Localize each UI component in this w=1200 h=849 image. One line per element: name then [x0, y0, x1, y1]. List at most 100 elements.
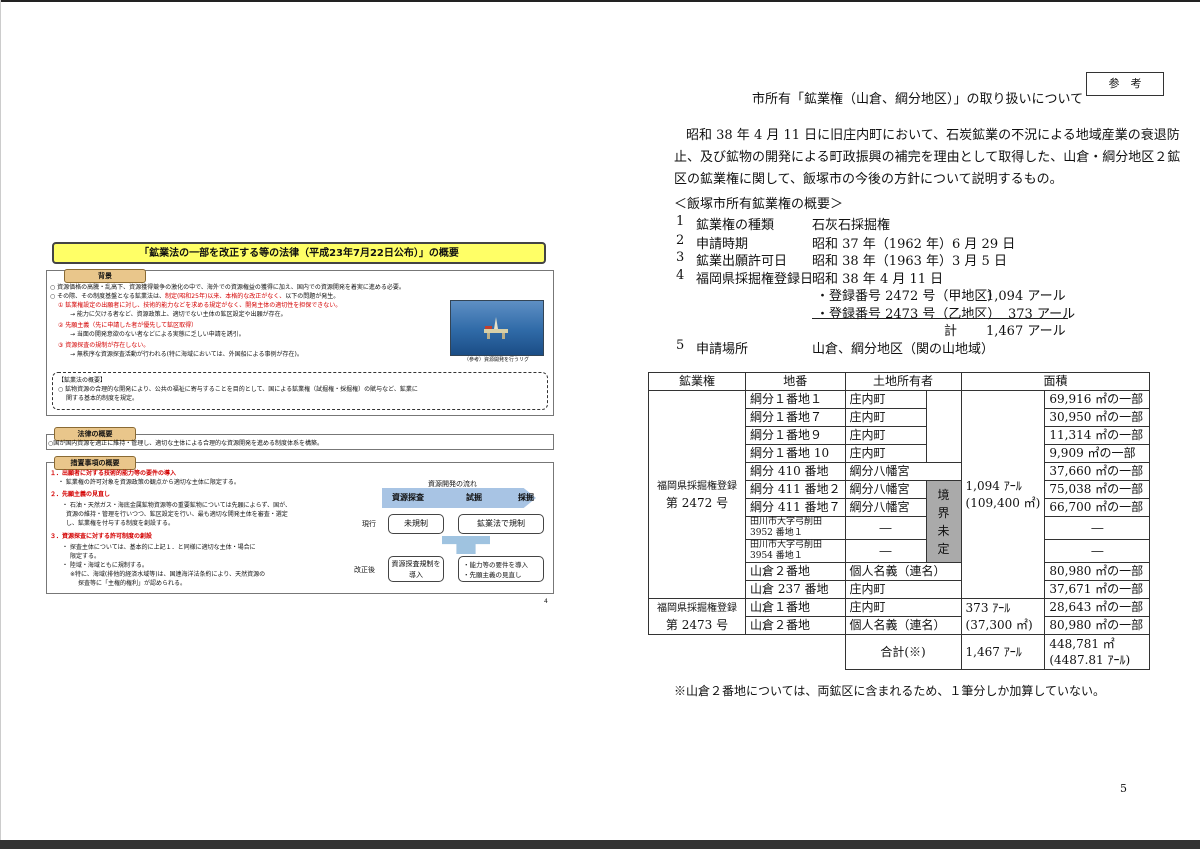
- lot-cell: 山倉２番地: [745, 562, 846, 581]
- current-unregulated-box: 未規制: [388, 514, 444, 534]
- area-cell: ―: [1044, 516, 1151, 540]
- bg-problem-1: ① 鉱業権設定の出願者に対し、技術的能力などを求める規定がなく、開発主体の適切性…: [58, 302, 342, 309]
- header-owner: 土地所有者: [844, 372, 962, 391]
- owner-cell: 庄内町: [844, 408, 927, 427]
- area-cell: 11,314 ㎡の一部: [1044, 426, 1151, 445]
- reference-label: 参 考: [1086, 72, 1164, 96]
- area-cell: 66,700 ㎡の一部: [1044, 498, 1151, 517]
- total-area: 1,467 ｱｰﾙ: [960, 634, 1046, 670]
- owner-cell: ―: [844, 539, 927, 563]
- overview-num-5: 5: [676, 338, 685, 353]
- lot-cell: 綱分 411 番地７: [745, 498, 846, 517]
- overview-num-4: 4: [676, 268, 685, 283]
- owner-cell: 庄内町: [844, 390, 927, 409]
- area-cell: 30,950 ㎡の一部: [1044, 408, 1151, 427]
- flow-stage-mining: 採掘: [518, 493, 534, 502]
- owner-cell: 庄内町: [844, 444, 927, 463]
- lot-cell: 綱分 411 番地２: [745, 480, 846, 499]
- overview-value-1: 石灰石採掘権: [812, 218, 891, 233]
- measure-2: ２．先願主義の見直し: [50, 491, 111, 498]
- overview-num-2: 2: [676, 233, 685, 248]
- area-cell: 28,643 ㎡の一部: [1044, 598, 1151, 617]
- photo-caption: （参考）資源開発を行うリグ: [464, 357, 530, 363]
- bg-problem-1-sub: → 能力に欠ける者など、資源政策上、適切でない主体の鉱区設定や出願が存在。: [70, 311, 287, 318]
- header-area: 面積: [960, 372, 1151, 391]
- lot-cell: 綱分１番地９: [745, 426, 846, 445]
- measure-2-sub-2: 資源の維持・管理を行いつつ、鉱区設定を行い、最も適切な開発主体を審査・選定: [66, 511, 288, 518]
- table-total-row: 合計(※) 1,467 ｱｰﾙ 448,781 ㎡ (4487.81 ｱｰﾙ): [649, 634, 1151, 670]
- table-row: 福岡県採掘権登録 第 2472 号 綱分１番地１ 庄内町 1,094 ｱｰﾙ (…: [648, 390, 1151, 599]
- lot-cell: 綱分１番地１: [745, 390, 846, 409]
- header-lot-number: 地番: [745, 372, 846, 391]
- area-cell: 80,980 ㎡の一部: [1044, 562, 1151, 581]
- overview-label-3: 鉱業出願許可日: [696, 254, 788, 269]
- law-heading: 【鉱業法の概要】: [58, 377, 107, 384]
- overview-heading: ＜飯塚市所有鉱業権の概要＞: [674, 197, 844, 212]
- total-area-m2: 448,781 ㎡ (4487.81 ｱｰﾙ): [1044, 634, 1151, 670]
- current-regulated-box: 鉱業法で規制: [458, 514, 544, 534]
- overview-label-5: 申請場所: [696, 342, 749, 357]
- intro-line-3: 区の鉱業権に関して、飯塚市の今後の方針について説明するもの。: [674, 172, 1063, 187]
- bg-line-2: ○ その際、その制度基盤となる鉱業法は、制定(昭和25年)以来、本格的な改正がな…: [50, 293, 340, 300]
- summary-tag: 法律の概要: [54, 427, 136, 441]
- owner-cell: 個人名義（連名）: [844, 562, 962, 581]
- summary-text: ○国が国内資源を適正に維持・管理し、適切な主体による合理的な資源開発を進める制度…: [48, 440, 324, 447]
- area-cell: 9,909 ㎡の一部: [1044, 444, 1151, 463]
- lot-cell: 山倉１番地: [745, 598, 846, 617]
- footnote: ※山倉２番地については、両鉱区に含まれるため、１筆分しか加算していない。: [674, 684, 1106, 698]
- lot-cell: 田川市大字弓削田 3954 番地１: [745, 539, 846, 563]
- owner-cell: 綱分八幡宮: [844, 498, 927, 517]
- owner-cell: 個人名義（連名）: [844, 616, 962, 635]
- overview-value-5: 山倉、綱分地区（関の山地域）: [812, 342, 995, 357]
- group-2472-label: 福岡県採掘権登録 第 2472 号: [648, 390, 746, 599]
- group-2473-label: 福岡県採掘権登録 第 2473 号: [648, 598, 746, 635]
- overview-value-3: 昭和 38 年（1963 年）3 月 5 日: [812, 254, 1007, 269]
- intro-line-2: 止、及び鉱物の開発による町政振興の補完を理由として取得した、山倉・綱分地区２鉱: [674, 150, 1181, 165]
- viewer-bottom-bar: [0, 840, 1200, 849]
- bg-problem-3-sub: → 無秩序な資源探査活動が行われる(特に海域においては、外国船による事例が存在)…: [70, 351, 303, 358]
- registration-1-label: ・登録番号 2472 号（甲地区）: [816, 289, 1001, 304]
- overview-num-1: 1: [676, 214, 685, 229]
- measure-1-sub: ・ 鉱業権の許可対象を資源政策の観点から適切な主体に限定する。: [58, 479, 240, 486]
- measure-3-sub-5: 探査等に「主権的権利」が認められる。: [78, 580, 187, 587]
- slide-title: 「鉱業法の一部を改正する等の法律（平成23年7月22日公布）」の概要: [52, 242, 546, 264]
- boundary-undetermined: 境界未定: [925, 480, 962, 563]
- land-table: 鉱業権 地番 土地所有者 面積 福岡県採掘権登録 第 2472 号 綱分１番地１…: [648, 372, 1151, 670]
- area-cell: 80,980 ㎡の一部: [1044, 616, 1151, 635]
- header-mining-right: 鉱業権: [648, 372, 746, 391]
- embedded-slide: 「鉱業法の一部を改正する等の法律（平成23年7月22日公布）」の概要 背景 ○ …: [44, 240, 556, 605]
- lot-cell: 田川市大字弓削田 3952 番地１: [745, 516, 846, 540]
- lot-cell: 山倉 237 番地: [745, 580, 846, 599]
- owner-cell: 綱分八幡宮: [844, 480, 927, 499]
- lot-cell: 綱分１番地 10: [745, 444, 846, 463]
- measure-2-sub-1: ・ 石油・天然ガス・海底金属鉱物資源等の重要鉱物については先願によらず、国が、: [62, 502, 291, 509]
- background-tag: 背景: [64, 269, 146, 283]
- total-blank-1: [649, 635, 746, 670]
- sum-rule: [812, 318, 1068, 319]
- overview-num-3: 3: [676, 250, 685, 265]
- area-cell: 75,038 ㎡の一部: [1044, 480, 1151, 499]
- bg-line-1: ○ 資源価格の高騰・乱高下、資源獲得競争の激化の中で、海外での資源権益の獲得に加…: [50, 284, 405, 291]
- table-header-row: 鉱業権 地番 土地所有者 面積: [648, 372, 1151, 391]
- sum-label: 計: [944, 324, 958, 339]
- lot-cell: 綱分１番地７: [745, 408, 846, 427]
- current-label: 現行: [362, 520, 376, 528]
- measure-3-sub-2: 限定する。: [70, 553, 101, 560]
- measure-3-sub-1: ・ 探査主体については、基本的に上記１．と同様に適切な主体・場合に: [62, 544, 256, 551]
- area-cell: 69,916 ㎡の一部: [1044, 390, 1151, 409]
- area-cell: ―: [1044, 539, 1151, 563]
- group-2473-area: 373 ｱｰﾙ (37,300 ㎡): [960, 598, 1046, 635]
- owner-cell: 庄内町: [844, 580, 962, 599]
- overview-label-1: 鉱業権の種類: [696, 218, 775, 233]
- after-exploration-box: 資源探査規制を導入: [388, 556, 444, 582]
- measure-3-sub-3: ・ 陸域・海域ともに規制する。: [62, 562, 148, 569]
- oil-rig-icon: [484, 317, 508, 339]
- flow-stage-exploration: 資源探査: [392, 493, 424, 502]
- owner-cell: ―: [844, 516, 927, 540]
- after-requirements-box: ・能力等の要件を導入 ・先願主義の見直し: [458, 556, 544, 582]
- lot-cell: 綱分 410 番地: [745, 462, 846, 481]
- bg-problem-3: ③ 資源探査の規制が存在しない。: [58, 342, 150, 349]
- table-row: 福岡県採掘権登録 第 2473 号 山倉１番地 庄内町 373 ｱｰﾙ (37,…: [648, 598, 1151, 635]
- registration-1-value: 1,094 アール: [986, 289, 1066, 304]
- measure-2-sub-3: し、鉱業権を付与する制度を創設する。: [66, 520, 175, 527]
